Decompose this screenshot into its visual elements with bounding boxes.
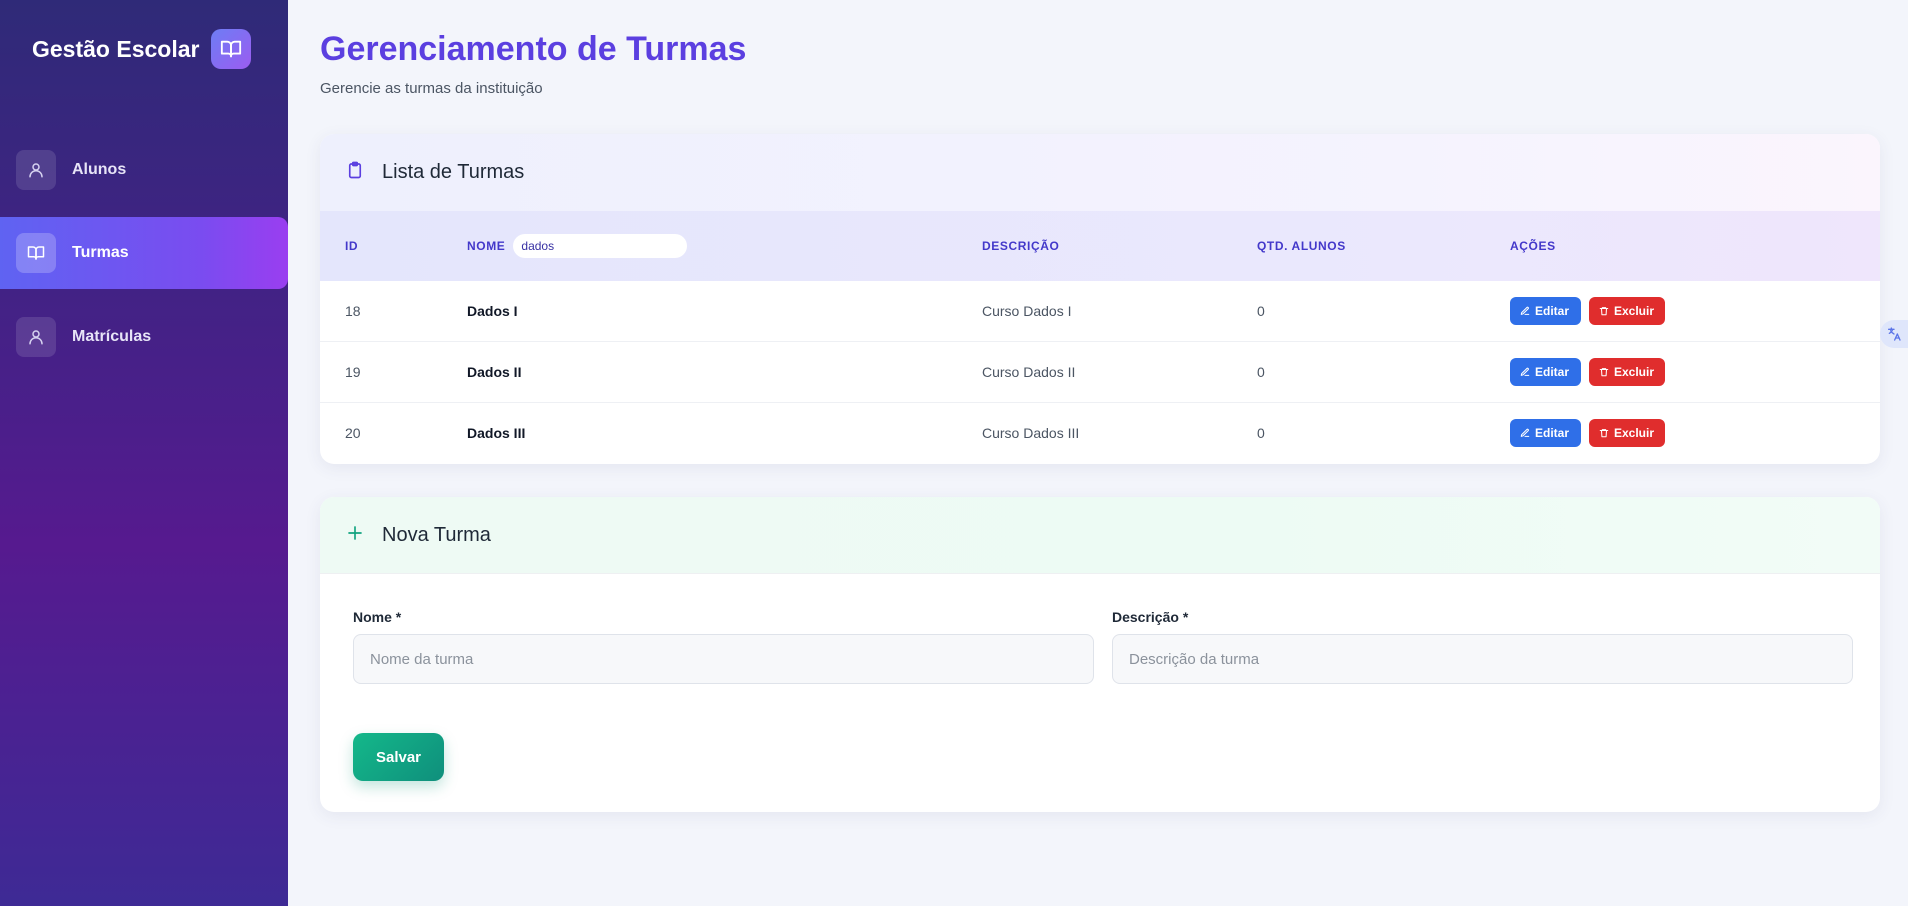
delete-button[interactable]: Excluir (1589, 297, 1665, 325)
table-row: 18 Dados I Curso Dados I 0 Editar Exclui… (320, 281, 1880, 342)
cell-acoes: Editar Excluir (1510, 281, 1665, 341)
cell-nome: Dados I (467, 303, 518, 319)
edit-icon (1520, 428, 1530, 437)
edit-button[interactable]: Editar (1510, 419, 1581, 447)
table-header: ID NOME DESCRIÇÃO QTD. ALUNOS AÇÕES (320, 211, 1880, 281)
table-row: 19 Dados II Curso Dados II 0 Editar Excl… (320, 342, 1880, 403)
edit-icon (1520, 306, 1530, 315)
sidebar-item-alunos[interactable]: Alunos (0, 134, 288, 206)
cell-descricao: Curso Dados I (982, 303, 1072, 319)
book-open-icon (16, 233, 56, 273)
sidebar: Gestão Escolar Alunos Turmas Matrículas (0, 0, 288, 906)
card-title: Nova Turma (382, 523, 491, 546)
sidebar-item-label: Alunos (72, 161, 127, 178)
sidebar-item-label: Matrículas (72, 328, 152, 345)
edit-button[interactable]: Editar (1510, 358, 1581, 386)
cell-qtd-alunos: 0 (1257, 364, 1265, 380)
column-header-qtd-alunos: QTD. ALUNOS (1257, 239, 1346, 253)
turmas-list-card: Lista de Turmas ID NOME DESCRIÇÃO QTD. A… (320, 134, 1880, 464)
book-open-icon (211, 29, 252, 69)
save-button[interactable]: Salvar (353, 733, 444, 781)
plus-icon (346, 524, 364, 547)
delete-button[interactable]: Excluir (1589, 358, 1665, 386)
user-icon (16, 317, 56, 357)
cell-qtd-alunos: 0 (1257, 303, 1265, 319)
cell-id: 18 (345, 303, 361, 319)
delete-button-label: Excluir (1614, 365, 1655, 379)
cell-nome: Dados III (467, 425, 526, 441)
translate-icon[interactable] (1880, 320, 1908, 348)
clipboard-icon (346, 160, 364, 185)
descricao-input[interactable] (1112, 634, 1853, 684)
column-header-nome-label: NOME (467, 239, 506, 253)
card-title: Lista de Turmas (382, 161, 525, 183)
delete-button-label: Excluir (1614, 426, 1655, 440)
cell-acoes: Editar Excluir (1510, 342, 1665, 402)
brand: Gestão Escolar (32, 28, 252, 70)
page-subtitle: Gerencie as turmas da instituição (320, 80, 543, 97)
sidebar-item-matriculas[interactable]: Matrículas (0, 301, 288, 373)
edit-icon (1520, 367, 1530, 376)
card-header: Nova Turma (320, 497, 1880, 574)
delete-button[interactable]: Excluir (1589, 419, 1665, 447)
edit-button-label: Editar (1535, 365, 1570, 379)
sidebar-item-turmas[interactable]: Turmas (0, 217, 288, 289)
nome-label: Nome * (353, 609, 402, 625)
name-filter-input[interactable] (513, 234, 688, 258)
table-body: 18 Dados I Curso Dados I 0 Editar Exclui… (320, 281, 1880, 464)
trash-icon (1599, 307, 1609, 316)
descricao-label: Descrição * (1112, 609, 1189, 625)
sidebar-item-label: Turmas (72, 244, 129, 261)
trash-icon (1599, 368, 1609, 377)
nome-input[interactable] (353, 634, 1094, 684)
column-header-id: ID (345, 239, 359, 253)
trash-icon (1599, 429, 1609, 438)
cell-descricao: Curso Dados III (982, 425, 1080, 441)
user-icon (16, 150, 56, 190)
column-header-descricao: DESCRIÇÃO (982, 239, 1060, 253)
delete-button-label: Excluir (1614, 304, 1655, 318)
cell-id: 19 (345, 364, 361, 380)
cell-id: 20 (345, 425, 361, 441)
brand-title: Gestão Escolar (32, 35, 200, 62)
page-title: Gerenciamento de Turmas (320, 30, 747, 68)
table-row: 20 Dados III Curso Dados III 0 Editar Ex… (320, 403, 1880, 464)
nova-turma-card: Nova Turma Nome * Descrição * Salvar (320, 497, 1880, 812)
column-header-nome: NOME (467, 211, 688, 281)
column-header-acoes: AÇÕES (1510, 239, 1556, 253)
cell-descricao: Curso Dados II (982, 364, 1076, 380)
card-header: Lista de Turmas (320, 134, 1880, 211)
cell-acoes: Editar Excluir (1510, 403, 1665, 463)
edit-button-label: Editar (1535, 426, 1570, 440)
edit-button[interactable]: Editar (1510, 297, 1581, 325)
cell-qtd-alunos: 0 (1257, 425, 1265, 441)
edit-button-label: Editar (1535, 304, 1570, 318)
cell-nome: Dados II (467, 364, 522, 380)
